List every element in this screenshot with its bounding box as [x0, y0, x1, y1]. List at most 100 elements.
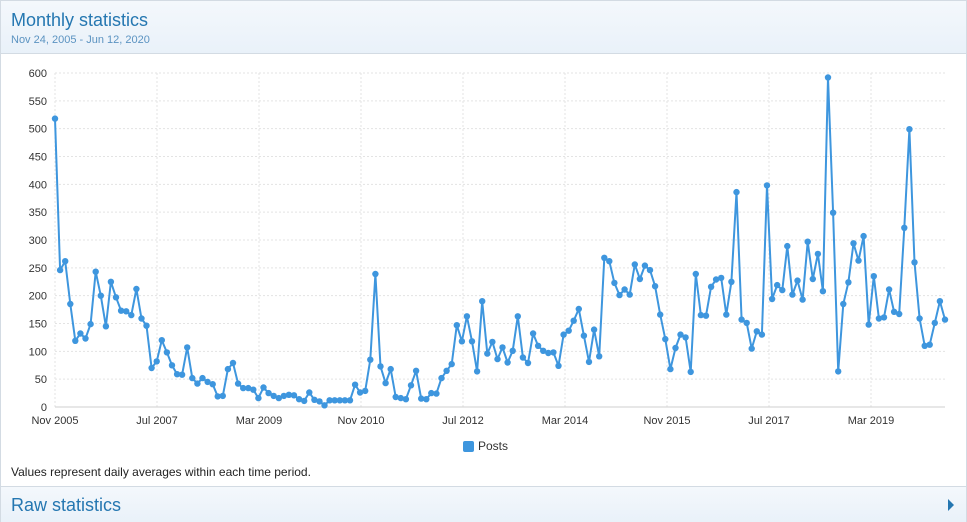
data-point — [901, 224, 908, 231]
data-point — [824, 74, 832, 81]
data-point — [585, 358, 593, 366]
data-point — [290, 392, 298, 399]
data-point — [784, 242, 791, 250]
data-point — [789, 291, 796, 298]
y-tick-label: 500 — [29, 124, 47, 136]
chart-note: Values represent daily averages within e… — [11, 465, 311, 479]
x-tick-label: Jul 2017 — [748, 415, 790, 427]
data-point — [575, 305, 582, 313]
data-point — [128, 311, 135, 319]
y-tick-label: 200 — [29, 291, 47, 303]
data-point — [102, 323, 110, 330]
data-point — [840, 300, 847, 308]
data-point — [758, 331, 766, 338]
data-point — [590, 326, 598, 333]
x-tick-label: Mar 2009 — [236, 415, 282, 427]
data-point — [316, 398, 323, 405]
y-tick-label: 400 — [29, 179, 47, 191]
data-point — [82, 335, 89, 342]
data-point — [473, 368, 481, 375]
data-point — [443, 367, 450, 374]
data-point — [550, 349, 557, 356]
data-point — [199, 374, 206, 382]
y-tick-label: 550 — [29, 96, 47, 108]
data-point — [321, 402, 328, 409]
data-point — [718, 274, 725, 282]
data-point — [514, 313, 521, 320]
data-point — [651, 283, 659, 290]
data-point — [189, 374, 196, 382]
data-point — [494, 355, 501, 363]
data-point — [407, 382, 415, 389]
data-point — [870, 273, 877, 280]
data-point — [138, 315, 145, 322]
x-tick-label: Nov 2005 — [31, 415, 78, 427]
data-point — [743, 319, 750, 327]
data-point — [484, 350, 491, 357]
data-point — [463, 313, 471, 320]
data-point — [402, 396, 410, 403]
data-point — [565, 327, 572, 334]
data-point — [723, 311, 730, 318]
data-point — [123, 308, 130, 315]
data-point — [804, 238, 811, 245]
data-point — [143, 322, 150, 329]
data-point — [631, 261, 638, 268]
data-point — [860, 232, 867, 240]
data-point — [412, 367, 420, 374]
statistics-panel: Monthly statistics Nov 24, 2005 - Jun 12… — [0, 0, 967, 522]
data-point — [56, 266, 64, 274]
data-point — [372, 270, 379, 278]
data-point — [351, 381, 359, 388]
data-point — [234, 380, 242, 387]
y-tick-label: 450 — [29, 152, 47, 164]
y-tick-label: 0 — [41, 402, 47, 414]
data-point — [641, 262, 649, 269]
data-point — [865, 321, 872, 328]
data-point — [768, 295, 776, 303]
data-point — [662, 335, 669, 343]
x-tick-label: Jul 2012 — [442, 415, 484, 427]
x-tick-label: Mar 2019 — [848, 415, 894, 427]
chart-legend[interactable]: Posts — [463, 439, 508, 453]
data-point — [560, 331, 567, 338]
data-point — [224, 365, 232, 373]
data-point — [92, 268, 99, 275]
data-point — [489, 338, 496, 346]
data-point — [346, 397, 354, 404]
data-point — [107, 278, 115, 285]
data-point — [936, 298, 944, 305]
raw-statistics-title: Raw statistics — [11, 495, 122, 515]
data-point — [941, 316, 949, 323]
raw-statistics-header[interactable]: Raw statistics — [1, 486, 966, 522]
x-tick-label: Mar 2014 — [542, 415, 588, 427]
data-point — [509, 347, 516, 354]
data-point — [77, 330, 84, 337]
legend-swatch — [463, 440, 474, 452]
data-point — [916, 315, 923, 322]
data-point — [519, 354, 527, 361]
data-point — [845, 279, 852, 286]
page-title: Monthly statistics — [11, 10, 149, 30]
y-tick-label: 300 — [29, 235, 47, 247]
x-tick-label: Nov 2015 — [643, 415, 690, 427]
series-line-posts — [54, 76, 946, 407]
data-point — [61, 258, 69, 265]
y-tick-label: 350 — [29, 207, 47, 219]
data-point — [880, 314, 888, 321]
data-point — [219, 392, 226, 400]
data-point — [819, 288, 827, 295]
data-point — [423, 396, 430, 403]
data-point — [72, 337, 79, 344]
date-range: Nov 24, 2005 - Jun 12, 2020 — [11, 34, 150, 46]
data-point — [906, 126, 913, 133]
data-point — [763, 182, 771, 189]
data-point — [779, 286, 786, 294]
monthly-posts-chart: 0 50 100 150 200 250 300 350 400 450 500 550 600 Nov … — [29, 68, 949, 427]
data-point — [814, 250, 822, 258]
triangle-right-icon[interactable] — [948, 499, 954, 511]
data-point — [606, 258, 613, 265]
data-point — [657, 311, 664, 318]
data-point — [367, 356, 374, 363]
data-point — [362, 387, 369, 395]
